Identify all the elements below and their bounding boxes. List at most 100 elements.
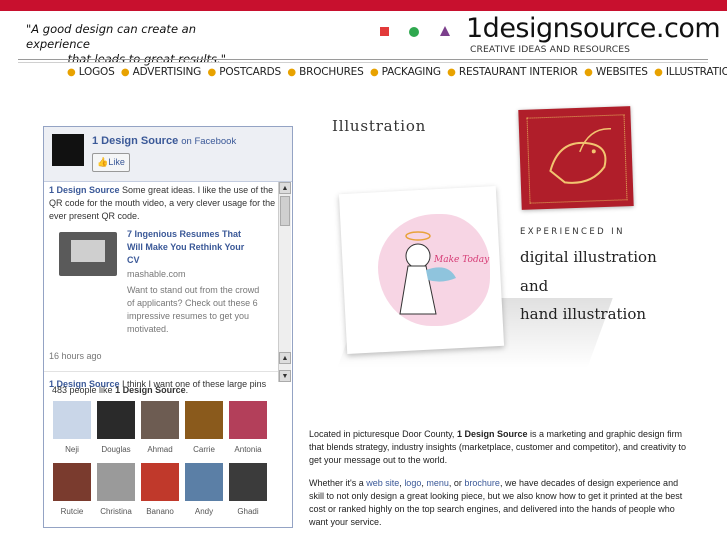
red-bird-card bbox=[518, 106, 634, 210]
attachment-title-link[interactable]: 7 Ingenious Resumes That Will Make You R… bbox=[127, 228, 257, 267]
service-and: and bbox=[520, 277, 549, 295]
nav-item-brochures[interactable]: BROCHURES bbox=[299, 66, 364, 78]
header-divider bbox=[18, 59, 708, 60]
fan-face[interactable]: Ghadi bbox=[228, 463, 268, 516]
scroll-down-icon[interactable]: ▼ bbox=[279, 370, 291, 382]
avatar[interactable] bbox=[229, 401, 267, 439]
about-p2-or: or bbox=[453, 478, 462, 488]
angel-illustration: Make Today Done bbox=[399, 231, 490, 315]
nav-item-restaurant-interior[interactable]: RESTAURANT INTERIOR bbox=[459, 66, 578, 78]
fan-name[interactable]: Neji bbox=[52, 445, 92, 454]
avatar[interactable] bbox=[53, 463, 91, 501]
fan-face[interactable]: Neji bbox=[52, 401, 92, 454]
fan-name[interactable]: Banano bbox=[140, 507, 180, 516]
stream-post: 1 Design Source Some great ideas. I like… bbox=[49, 184, 278, 223]
avatar[interactable] bbox=[185, 463, 223, 501]
red-square-icon bbox=[380, 27, 389, 36]
about-p1-intro: Located in picturesque Door County, bbox=[309, 429, 455, 439]
experienced-label: EXPERIENCED IN bbox=[520, 227, 625, 237]
menu-link[interactable]: menu bbox=[426, 478, 449, 488]
nav-bullet-icon: ● bbox=[287, 67, 297, 78]
attachment-source: mashable.com bbox=[127, 269, 186, 279]
avatar[interactable] bbox=[141, 463, 179, 501]
fan-face[interactable]: Antonia bbox=[228, 401, 268, 454]
post-attachment: 7 Ingenious Resumes That Will Make You R… bbox=[49, 228, 278, 348]
about-text: Located in picturesque Door County, 1 De… bbox=[309, 428, 689, 539]
fan-name[interactable]: Carrie bbox=[184, 445, 224, 454]
fan-face[interactable]: Carrie bbox=[184, 401, 224, 454]
stream-scrollbar-lower[interactable]: ▲ ▼ bbox=[278, 352, 291, 382]
top-accent-bar bbox=[0, 0, 727, 11]
fan-face[interactable]: Christina bbox=[96, 463, 136, 516]
page-thumbnail[interactable] bbox=[52, 134, 84, 166]
nav-bullet-icon: ● bbox=[369, 67, 379, 78]
fan-name[interactable]: Antonia bbox=[228, 445, 268, 454]
main-nav: ● LOGOS ● ADVERTISING ● POSTCARDS ● BROCHURE… bbox=[64, 66, 727, 78]
fan-face[interactable]: Banano bbox=[140, 463, 180, 516]
halo-shape bbox=[405, 231, 431, 241]
bird-eye bbox=[591, 149, 596, 154]
avatar[interactable] bbox=[141, 401, 179, 439]
facebook-page-title: 1 Design Source on Facebook bbox=[92, 135, 236, 147]
stream-scrollbar[interactable]: ▲ bbox=[278, 182, 291, 377]
fan-name[interactable]: Ahmad bbox=[140, 445, 180, 454]
facebook-page-name[interactable]: 1 Design Source bbox=[92, 135, 178, 147]
avatar[interactable] bbox=[53, 401, 91, 439]
facebook-like-button[interactable]: 👍Like bbox=[92, 153, 130, 172]
nav-item-postcards[interactable]: POSTCARDS bbox=[219, 66, 281, 78]
site-tagline: CREATIVE IDEAS AND RESOURCES bbox=[470, 44, 631, 55]
angel-head bbox=[405, 243, 431, 269]
nav-bullet-icon: ● bbox=[207, 67, 217, 78]
avatar[interactable] bbox=[229, 463, 267, 501]
nav-bullet-icon: ● bbox=[67, 67, 76, 78]
fan-face[interactable]: Rutcie bbox=[52, 463, 92, 516]
nav-item-websites[interactable]: WEBSITES bbox=[596, 66, 648, 78]
fan-name[interactable]: Douglas bbox=[96, 445, 136, 454]
nav-bullet-icon: ● bbox=[654, 67, 663, 78]
nav-item-logos[interactable]: LOGOS bbox=[79, 66, 115, 78]
bird-wing bbox=[579, 128, 612, 153]
site-logo[interactable]: 1designsource.com bbox=[466, 14, 721, 44]
fan-name[interactable]: Christina bbox=[96, 507, 136, 516]
avatar[interactable] bbox=[97, 401, 135, 439]
nav-item-illustration[interactable]: ILLUSTRATION bbox=[666, 66, 727, 78]
facebook-stream[interactable]: 1 Design Source Some great ideas. I like… bbox=[44, 182, 278, 507]
likes-count-number: 483 people like bbox=[52, 385, 113, 395]
on-facebook-link[interactable]: on Facebook bbox=[181, 136, 236, 147]
scroll-up-icon[interactable]: ▲ bbox=[279, 352, 291, 364]
facebook-like-box: 1 Design Source on Facebook 👍Like 1 Desi… bbox=[43, 126, 293, 528]
header-divider-light bbox=[18, 62, 708, 63]
web-site-link[interactable]: web site bbox=[366, 478, 399, 488]
likes-page-name[interactable]: 1 Design Source bbox=[115, 385, 186, 395]
nav-item-packaging[interactable]: PACKAGING bbox=[382, 66, 441, 78]
nav-bullet-icon: ● bbox=[120, 67, 130, 78]
attachment-description: Want to stand out from the crowd of appl… bbox=[127, 285, 260, 334]
fan-name[interactable]: Andy bbox=[184, 507, 224, 516]
bird-shape bbox=[549, 141, 607, 184]
fan-face[interactable]: Douglas bbox=[96, 401, 136, 454]
fan-face[interactable]: Andy bbox=[184, 463, 224, 516]
post-timestamp[interactable]: 16 hours ago bbox=[49, 350, 278, 363]
card-lettering: Make Today Done bbox=[433, 255, 490, 265]
attachment-image[interactable] bbox=[59, 232, 117, 276]
post-divider bbox=[44, 371, 278, 372]
post-author-link[interactable]: 1 Design Source bbox=[49, 185, 120, 195]
avatar[interactable] bbox=[97, 463, 135, 501]
purple-triangle-icon bbox=[440, 26, 450, 36]
fan-face[interactable]: Ahmad bbox=[140, 401, 180, 454]
brochure-link[interactable]: brochure bbox=[464, 478, 500, 488]
header-quote: "A good design can create an experience … bbox=[26, 22, 226, 67]
logo-link[interactable]: logo bbox=[404, 478, 421, 488]
angel-wing bbox=[426, 267, 456, 282]
nav-item-advertising[interactable]: ADVERTISING bbox=[133, 66, 202, 78]
about-paragraph-2: Whether it's a web site, logo, menu, or … bbox=[309, 478, 683, 527]
fan-name[interactable]: Ghadi bbox=[228, 507, 268, 516]
likes-period: . bbox=[185, 385, 189, 395]
bird-illustration bbox=[549, 128, 612, 184]
scrollbar-thumb[interactable] bbox=[280, 196, 290, 226]
scroll-up-icon[interactable]: ▲ bbox=[279, 182, 291, 194]
thumbs-up-icon: 👍 bbox=[97, 157, 109, 167]
nav-bullet-icon: ● bbox=[447, 67, 456, 78]
avatar[interactable] bbox=[185, 401, 223, 439]
fan-name[interactable]: Rutcie bbox=[52, 507, 92, 516]
